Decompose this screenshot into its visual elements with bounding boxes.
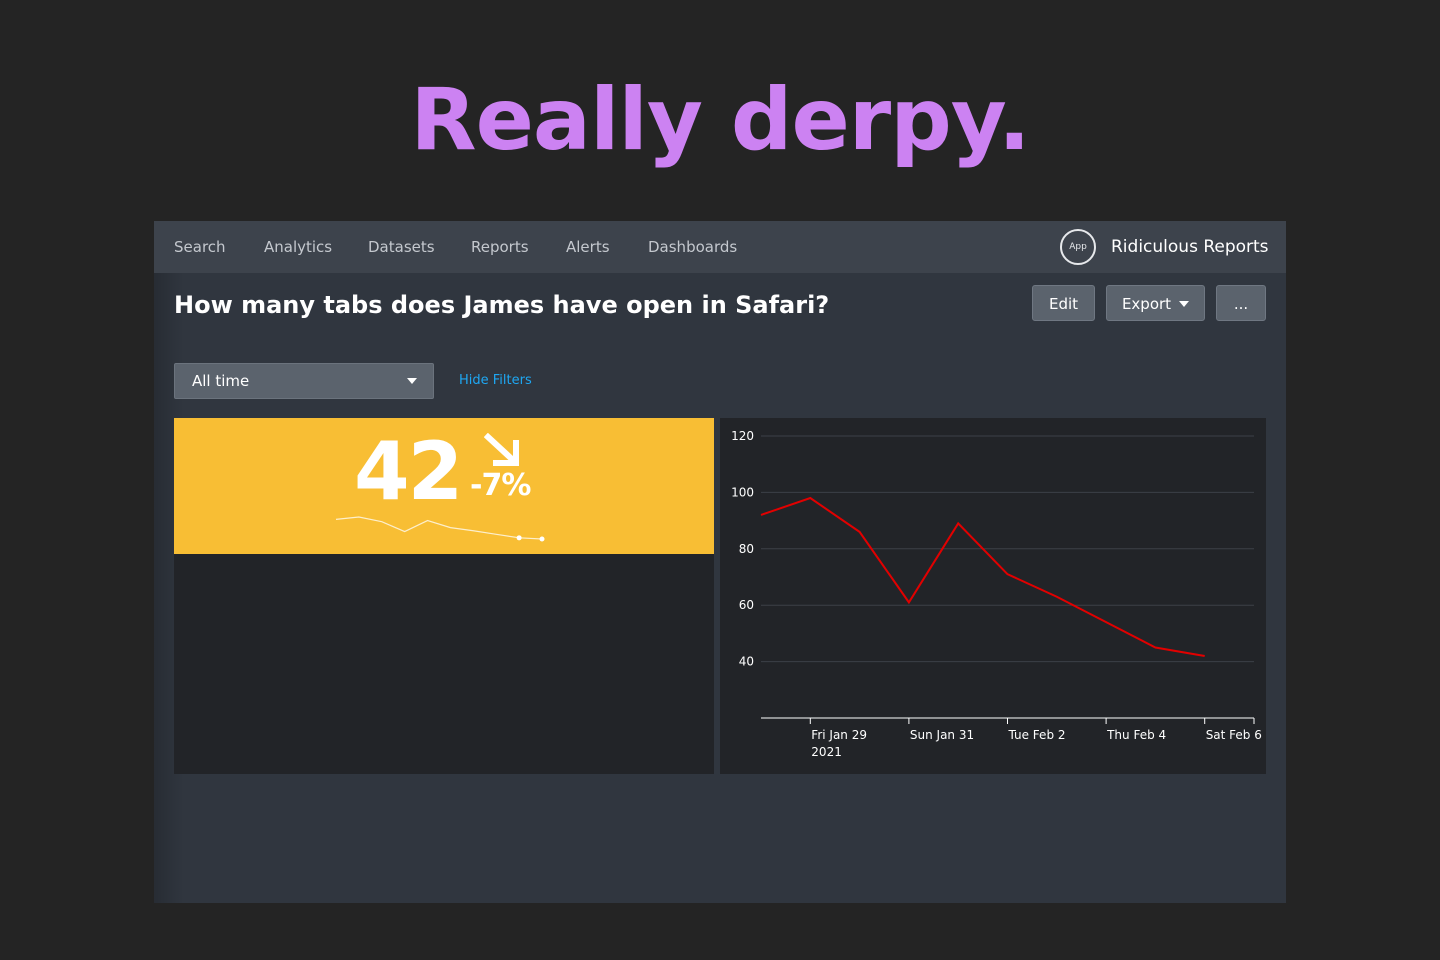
top-nav: Search Analytics Datasets Reports Alerts…: [154, 221, 1286, 273]
nav-search[interactable]: Search: [174, 221, 226, 273]
nav-reports[interactable]: Reports: [471, 221, 529, 273]
sparkline-point: [539, 536, 545, 542]
x-tick-label: Sun Jan 31: [910, 728, 974, 742]
x-tick-label: Sat Feb 6: [1206, 728, 1262, 742]
app-window: Search Analytics Datasets Reports Alerts…: [154, 221, 1286, 903]
edit-button[interactable]: Edit: [1032, 285, 1095, 321]
x-tick-sublabel: 2021: [811, 745, 842, 759]
export-button-label: Export: [1121, 295, 1172, 313]
nav-analytics[interactable]: Analytics: [264, 221, 332, 273]
line-chart-panel: 40 60 80 100 120 Fri Jan 29 2021 Sun Jan 31 Tue …: [720, 418, 1266, 774]
more-actions-button[interactable]: ...: [1216, 285, 1266, 321]
sparkline-point: [516, 535, 522, 541]
sparkline-line: [335, 516, 543, 540]
y-tick-label: 100: [731, 485, 754, 499]
y-tick-label: 60: [739, 598, 754, 612]
time-range-value: All time: [192, 372, 250, 390]
time-range-picker[interactable]: All time: [174, 363, 434, 399]
x-tick-label: Thu Feb 4: [1106, 728, 1166, 742]
y-tick-label: 120: [731, 429, 754, 443]
kpi-sparkline: [335, 516, 545, 542]
y-tick-label: 40: [739, 655, 754, 669]
series-line: [760, 496, 1205, 657]
nav-datasets[interactable]: Datasets: [368, 221, 435, 273]
nav-dashboards[interactable]: Dashboards: [648, 221, 737, 273]
x-tick-label: Tue Feb 2: [1008, 728, 1066, 742]
single-value-panel: 42 -7%: [174, 418, 714, 774]
export-button[interactable]: Export: [1106, 285, 1205, 321]
y-tick-label: 80: [739, 542, 754, 556]
app-name[interactable]: Ridiculous Reports: [1111, 221, 1269, 273]
hide-filters-link[interactable]: Hide Filters: [459, 363, 532, 399]
caret-down-icon: [407, 378, 417, 384]
arrow-down-right-icon: [484, 433, 519, 466]
report-title: How many tabs does James have open in Sa…: [174, 291, 830, 319]
line-chart: 40 60 80 100 120 Fri Jan 29 2021 Sun Jan 31 Tue …: [731, 429, 1262, 759]
kpi-delta: -7%: [470, 468, 531, 503]
more-actions-label: ...: [1233, 295, 1249, 313]
x-tick-label: Fri Jan 29: [811, 728, 867, 742]
kpi-tile: 42 -7%: [174, 418, 714, 554]
nav-alerts[interactable]: Alerts: [566, 221, 610, 273]
kpi-value: 42: [354, 425, 463, 518]
edit-button-label: Edit: [1048, 295, 1079, 313]
slide-title: Really derpy.: [410, 70, 1030, 170]
caret-down-icon: [1179, 300, 1190, 307]
app-icon[interactable]: App: [1060, 229, 1096, 265]
